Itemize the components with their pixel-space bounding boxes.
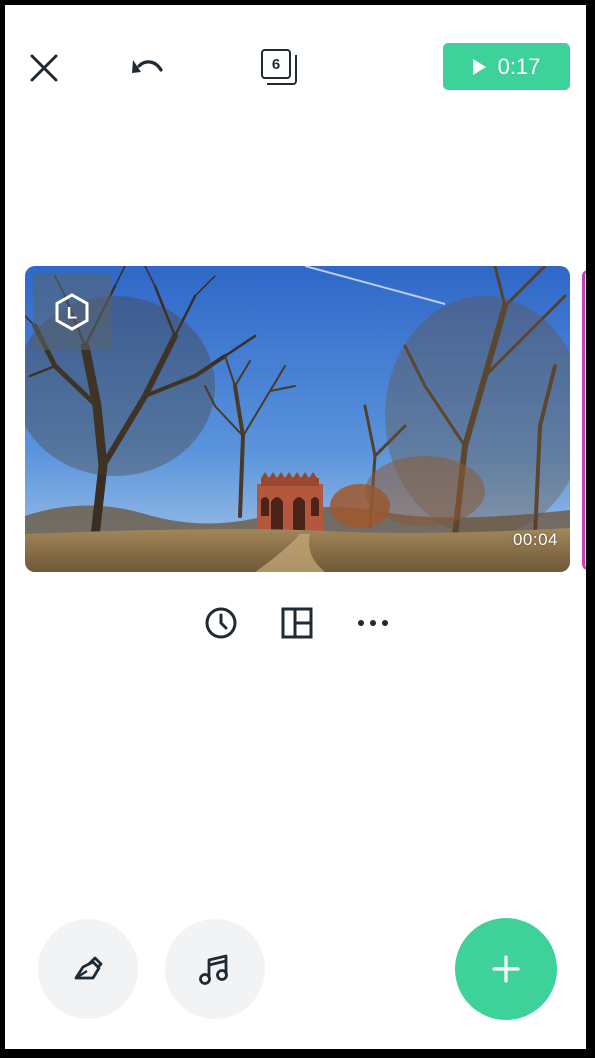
clip-duration-button[interactable] (201, 603, 241, 643)
top-toolbar: 6 0:17 (5, 5, 586, 125)
clip-tools (5, 603, 586, 643)
app-frame: 6 0:17 L 00:04 (5, 5, 586, 1049)
music-icon (199, 954, 228, 985)
clip-layout-badge[interactable]: L (33, 274, 111, 350)
more-icon (358, 620, 388, 626)
preview-play-button[interactable]: 0:17 (443, 43, 570, 90)
badge-letter: L (67, 304, 77, 323)
music-button[interactable] (165, 919, 265, 1019)
close-icon (30, 54, 58, 82)
next-clip-peek[interactable] (582, 270, 586, 570)
clip-duration: 00:04 (512, 530, 558, 549)
clip-count-button[interactable]: 6 (259, 47, 303, 93)
style-button[interactable] (38, 919, 138, 1019)
preview-duration: 0:17 (497, 53, 541, 79)
plus-icon (492, 955, 520, 983)
clip-layout-button[interactable] (277, 603, 317, 643)
clip-count-value: 6 (271, 55, 281, 73)
play-icon (472, 58, 486, 75)
clip-more-button[interactable] (353, 603, 393, 643)
layout-icon (281, 607, 313, 639)
hexagon-letter-icon: L (55, 293, 89, 331)
pen-icon (74, 956, 103, 980)
clip-count-badge: 6 (261, 49, 291, 79)
close-button[interactable] (25, 49, 63, 87)
undo-icon (132, 60, 163, 73)
clip-card[interactable]: L 00:04 (25, 266, 570, 572)
undo-button[interactable] (127, 51, 167, 87)
add-clip-button[interactable] (455, 918, 557, 1020)
clock-icon (205, 607, 237, 639)
